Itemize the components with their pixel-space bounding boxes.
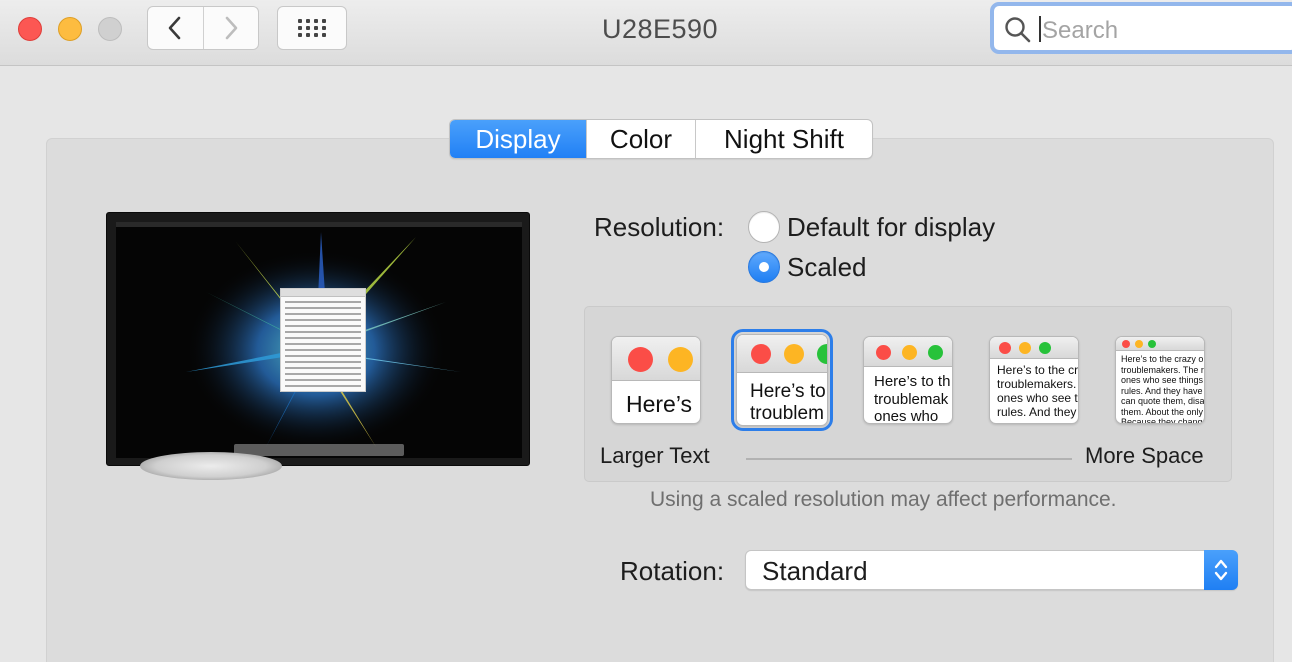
scale-option-preview-text: Here’s to troublem — [750, 381, 826, 425]
display-preview — [106, 212, 530, 466]
back-button[interactable] — [148, 7, 203, 49]
chevron-right-icon — [225, 16, 238, 40]
text-caret — [1039, 16, 1041, 42]
title-bar: U28E590 Search — [0, 0, 1292, 66]
search-placeholder: Search — [1042, 17, 1119, 44]
search-icon — [1005, 17, 1031, 43]
larger-text-label: Larger Text — [600, 443, 710, 468]
more-space-label: More Space — [1085, 443, 1204, 468]
window-title: U28E590 — [601, 14, 719, 44]
scale-range-line — [746, 458, 1072, 460]
scale-option-larger-text[interactable]: Here’s — [611, 336, 701, 424]
tab-color[interactable]: Color — [586, 120, 695, 158]
rotation-value: Standard — [762, 556, 868, 586]
scale-option-preview-text: Here’s to the cr troublemakers. ones who… — [997, 363, 1079, 420]
scale-option-2[interactable]: Here’s to troublem — [731, 329, 833, 431]
scale-option-preview-text: Here’s to th troublemak ones who — [874, 373, 951, 424]
scaled-label[interactable]: Scaled — [787, 252, 867, 283]
chevron-left-icon — [168, 16, 181, 40]
default-for-display-label[interactable]: Default for display — [787, 212, 995, 243]
performance-note: Using a scaled resolution may affect per… — [650, 488, 1117, 511]
show-all-button[interactable] — [277, 6, 347, 50]
monitor-stand — [140, 452, 282, 480]
navigation-buttons — [147, 6, 259, 50]
tab-night-shift[interactable]: Night Shift — [695, 120, 872, 158]
scale-option-preview-text: Here’s — [626, 391, 693, 417]
scale-option-3[interactable]: Here’s to th troublemak ones who — [863, 336, 953, 424]
scale-option-preview-text: Here’s to the crazy one troublemakers. T… — [1121, 354, 1205, 424]
rotation-select[interactable]: Standard — [745, 550, 1238, 590]
resolution-label: Resolution: — [594, 212, 725, 242]
mini-document-window — [280, 288, 366, 392]
search-field[interactable]: Search — [990, 2, 1292, 54]
desktop-preview — [116, 222, 522, 458]
rotation-label: Rotation: — [620, 556, 725, 586]
forward-button[interactable] — [202, 7, 259, 49]
tab-display[interactable]: Display — [450, 120, 586, 158]
close-window-button[interactable] — [18, 17, 42, 41]
up-down-chevron-icon — [1214, 559, 1228, 581]
scale-option-more-space[interactable]: Here’s to the crazy one troublemakers. T… — [1115, 336, 1205, 424]
monitor-bezel — [106, 212, 530, 466]
zoom-window-button[interactable] — [98, 17, 122, 41]
mini-dock — [234, 444, 404, 456]
rotation-stepper[interactable] — [1204, 550, 1238, 590]
radio-scaled[interactable] — [748, 251, 780, 283]
radio-default-for-display[interactable] — [748, 211, 780, 243]
scale-option-4[interactable]: Here’s to the cr troublemakers. ones who… — [989, 336, 1079, 424]
tab-bar: Display Color Night Shift — [449, 119, 873, 159]
minimize-window-button[interactable] — [58, 17, 82, 41]
grid-icon — [298, 19, 326, 37]
